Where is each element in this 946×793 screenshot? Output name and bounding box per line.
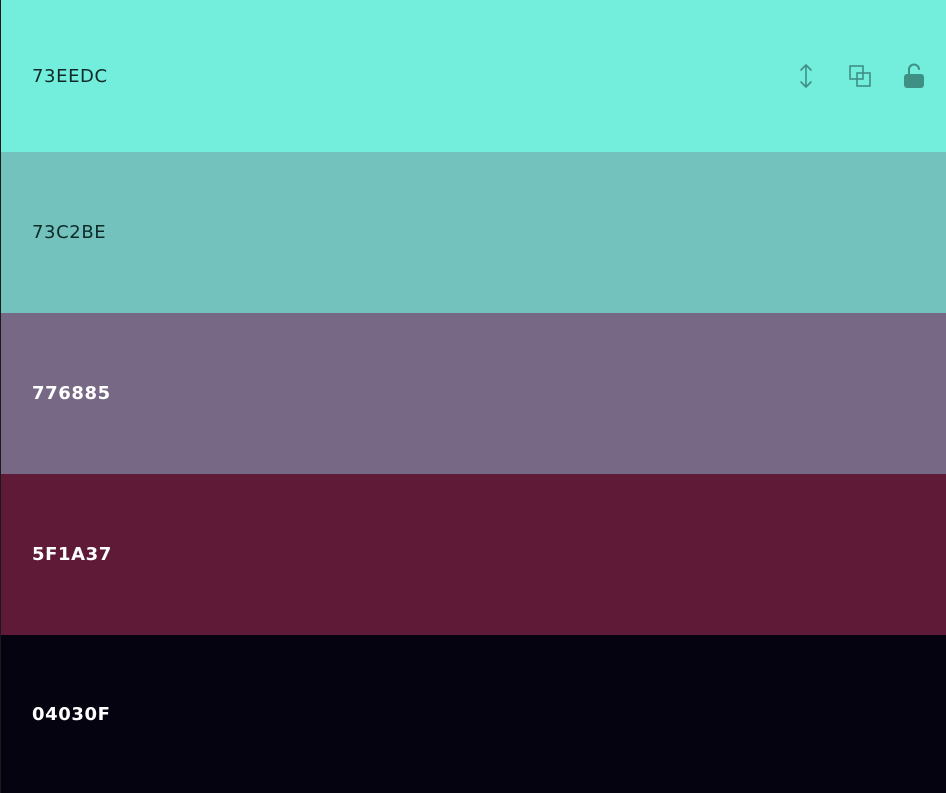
swatch-tools — [794, 63, 926, 88]
swatch-776885[interactable]: 776885 — [1, 313, 946, 474]
unlocked-padlock-icon[interactable] — [902, 63, 926, 88]
copy-icon[interactable] — [848, 64, 872, 88]
swatch-73c2be[interactable]: 73C2BE — [1, 152, 946, 313]
swatch-73eedc[interactable]: 73EEDC — [1, 0, 946, 152]
swatch-hex-label[interactable]: 776885 — [32, 383, 111, 404]
swatch-hex-label[interactable]: 73C2BE — [32, 222, 106, 243]
swatch-5f1a37[interactable]: 5F1A37 — [1, 474, 946, 635]
swatch-04030f[interactable]: 04030F — [1, 635, 946, 793]
swatch-hex-label[interactable]: 73EEDC — [32, 66, 108, 87]
swatch-hex-label[interactable]: 5F1A37 — [32, 544, 112, 565]
color-palette: 73EEDC 73C2BE 776885 5F1A37 04030F — [0, 0, 946, 793]
drag-handle-icon[interactable] — [794, 64, 818, 88]
swatch-hex-label[interactable]: 04030F — [32, 704, 111, 725]
